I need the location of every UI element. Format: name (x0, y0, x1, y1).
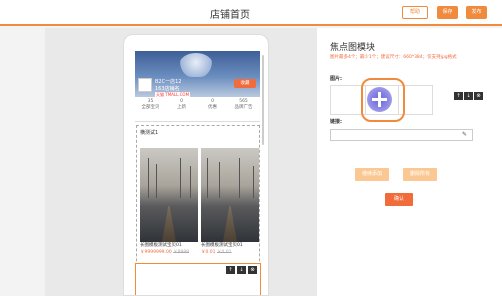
product-price: ￥0.01 ￥0.01 (201, 250, 232, 255)
product-image (140, 148, 198, 242)
save-button[interactable]: 保存 (437, 6, 458, 19)
move-down-icon[interactable]: ↓ (464, 92, 473, 100)
top-bar: 店铺首页 帮助 保存 发布 (0, 0, 502, 26)
settings-panel: 焦点图模块 图片最多4个；最少1个；建议尺寸：660*384；仅支持jpg格式 … (317, 28, 502, 296)
move-down-icon[interactable]: ↓ (237, 266, 246, 274)
scrollbar[interactable] (262, 55, 264, 145)
highlight-ring (361, 78, 405, 122)
delete-icon[interactable]: ⊗ (474, 92, 483, 100)
product-card[interactable]: 长图模板测试宝贝01 ￥9999999.00 ￥9999 (140, 148, 198, 255)
publish-button[interactable]: 发布 (466, 6, 487, 19)
help-button[interactable]: 帮助 (402, 6, 428, 19)
stat-all-label: 全部宝贝 (141, 105, 160, 110)
shop-stats: 35 全部宝贝 0 上新 0 优惠 565 品牌广告 (135, 99, 260, 119)
stat-all[interactable]: 35 全部宝贝 (135, 99, 166, 111)
image-label: 图片: (330, 76, 342, 82)
stat-discount-label: 优惠 (208, 105, 217, 110)
jellyfish-image (179, 53, 213, 77)
move-up-icon[interactable]: ↑ (226, 266, 235, 274)
link-input[interactable] (330, 129, 473, 141)
module-label: 横测试1 (140, 130, 159, 136)
page-title: 店铺首页 (210, 10, 250, 21)
product-name: 长图模板测试宝贝01 (201, 243, 243, 248)
product-price: ￥9999999.00 ￥9999 (140, 250, 190, 255)
product-card[interactable]: 长图模板测试宝贝01 ￥0.01 ￥0.01 (201, 148, 259, 255)
phone-preview: B2C一店12 163店铺名 天猫 TMALL.COM 收藏 35 全部宝贝 0… (123, 34, 269, 296)
collect-button[interactable]: 收藏 (234, 79, 256, 88)
panel-title: 焦点图模块 (330, 43, 376, 53)
stat-brand[interactable]: 565 品牌广告 (228, 99, 259, 111)
add-more-button[interactable]: 继续添加 (355, 168, 389, 181)
stat-new-label: 上新 (177, 105, 186, 110)
shop-banner[interactable]: B2C一店12 163店铺名 天猫 TMALL.COM 收藏 (135, 51, 260, 97)
selected-module[interactable]: ↑ ↓ ⊗ (135, 263, 261, 295)
product-name: 长图模板测试宝贝01 (140, 243, 182, 248)
panel-description: 图片最多4个；最少1个；建议尺寸：660*384；仅支持jpg格式 (330, 55, 457, 60)
move-up-icon[interactable]: ↑ (454, 92, 463, 100)
product-image (201, 148, 259, 242)
stat-discount[interactable]: 0 优惠 (197, 99, 228, 111)
link-label: 链接: (330, 119, 342, 125)
stat-new[interactable]: 0 上新 (166, 99, 197, 111)
tmall-badge: 天猫 TMALL.COM (155, 92, 191, 97)
stat-brand-label: 品牌广告 (234, 105, 253, 110)
shop-name: B2C一店12 (155, 79, 182, 85)
confirm-button[interactable]: 确认 (385, 193, 413, 206)
delete-all-button[interactable]: 删除所有 (403, 168, 437, 181)
shop-logo (138, 78, 152, 92)
divider (135, 121, 260, 122)
edit-icon[interactable]: ✎ (462, 131, 467, 138)
shop-subname: 163店铺名 (155, 86, 180, 92)
delete-icon[interactable]: ⊗ (248, 266, 257, 274)
